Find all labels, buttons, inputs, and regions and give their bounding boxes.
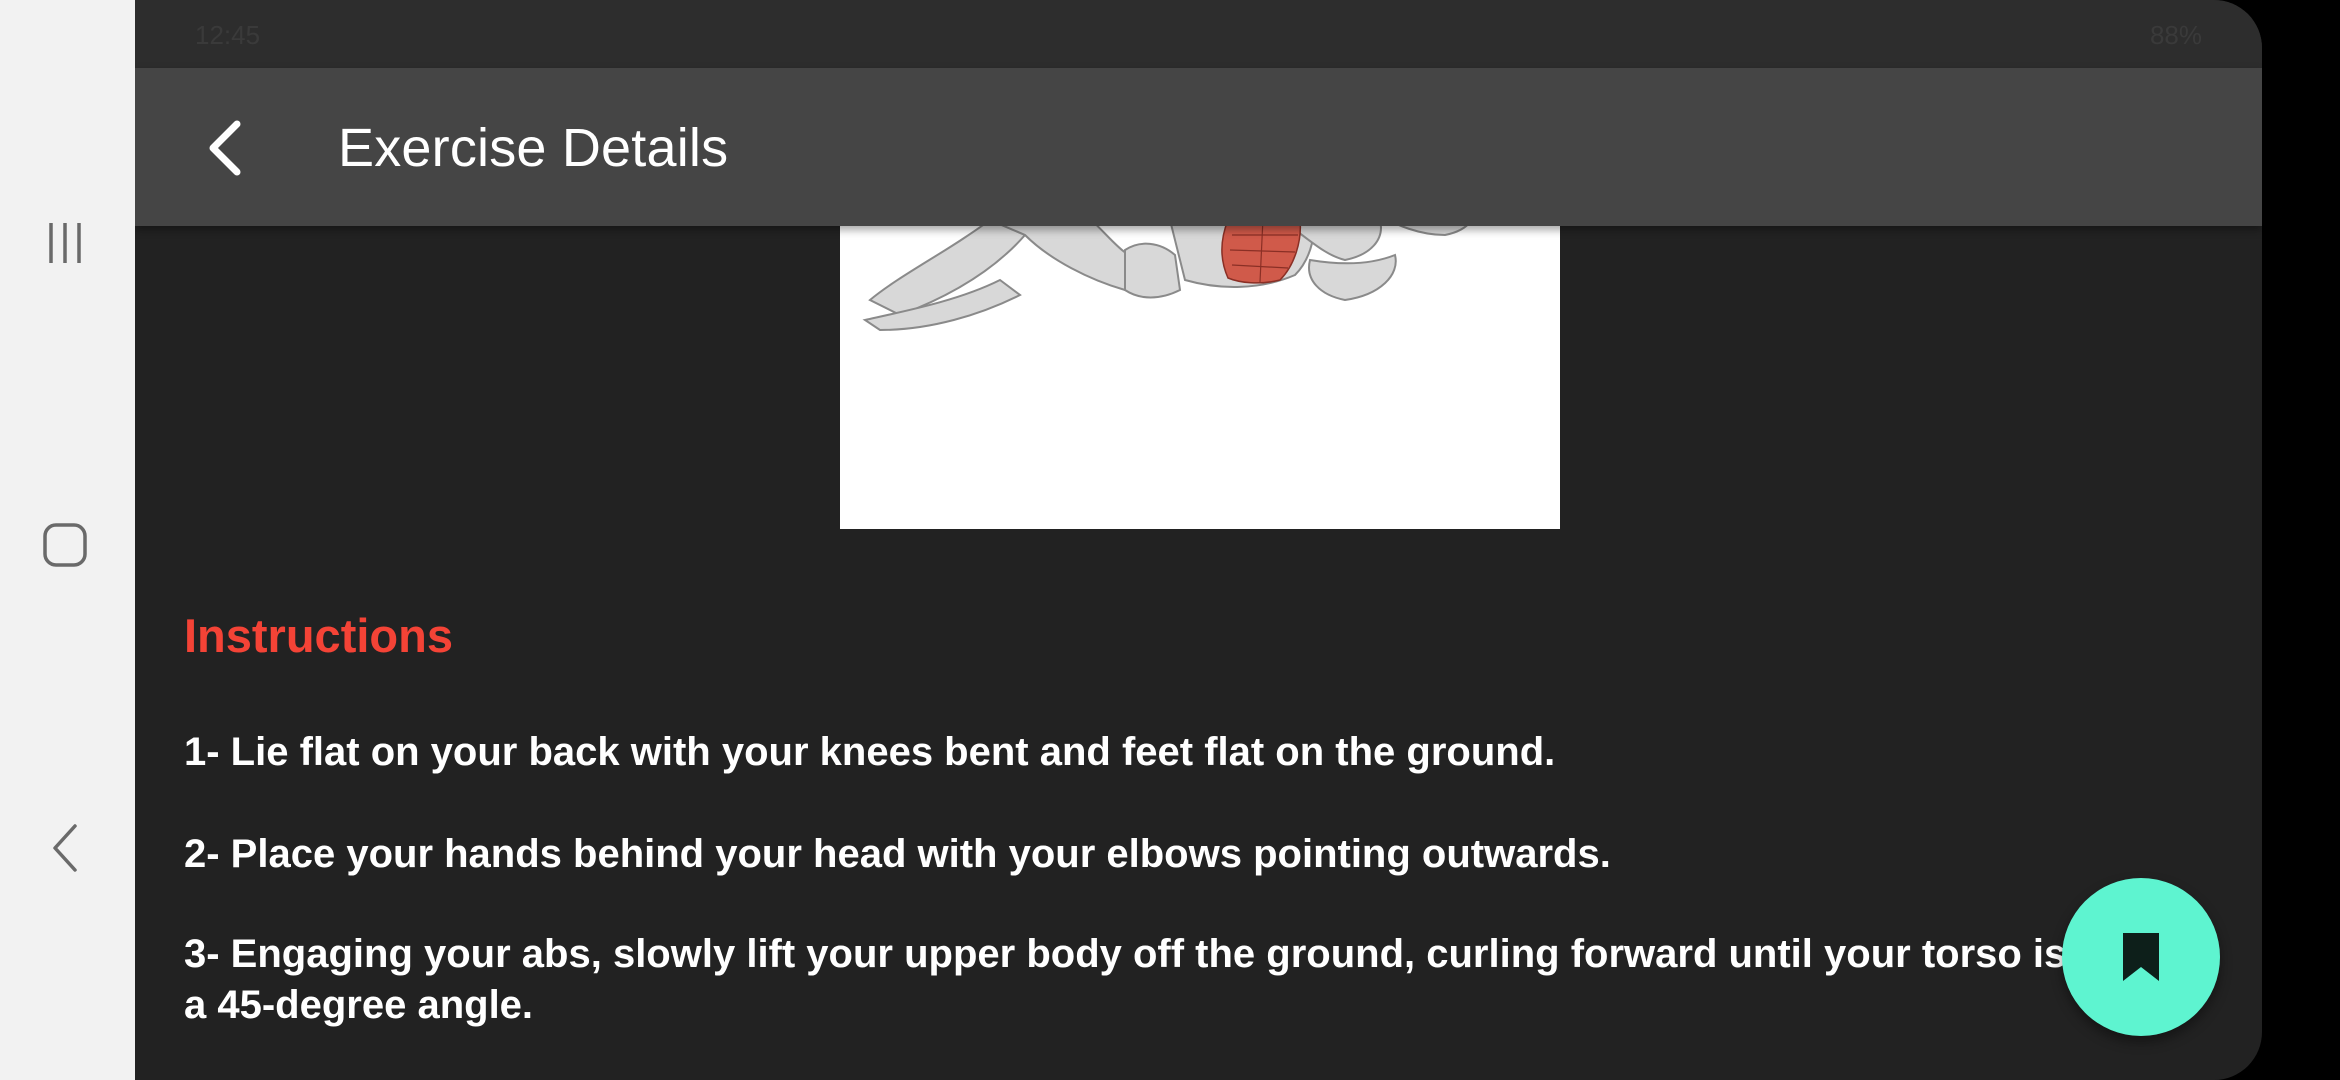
recents-icon (49, 223, 81, 263)
exercise-illustration-svg (862, 187, 1475, 332)
instructions-heading: Instructions (184, 609, 453, 662)
app-bar: Exercise Details (135, 68, 2262, 226)
app-window: 12:45 88% Instructions 1- Lie flat on yo… (135, 0, 2262, 1080)
bookmark-icon (2123, 933, 2159, 981)
back-icon (53, 824, 77, 872)
bookmark-fab[interactable] (2062, 878, 2220, 1036)
instruction-step-1: 1- Lie flat on your back with your knees… (184, 730, 1556, 774)
instruction-step-2: 2- Place your hands behind your head wit… (184, 832, 1611, 876)
exercise-illustration (840, 180, 1560, 529)
chevron-left-icon (209, 120, 241, 176)
back-button[interactable] (185, 108, 265, 188)
system-back-button[interactable] (27, 810, 103, 886)
instruction-step-3: 3- Engaging your abs, slowly lift your u… (184, 932, 2113, 1027)
home-button[interactable] (27, 507, 103, 583)
system-navigation-bar (0, 0, 135, 1080)
page-title: Exercise Details (338, 118, 729, 178)
recents-button[interactable] (27, 205, 103, 281)
home-icon (43, 523, 87, 567)
